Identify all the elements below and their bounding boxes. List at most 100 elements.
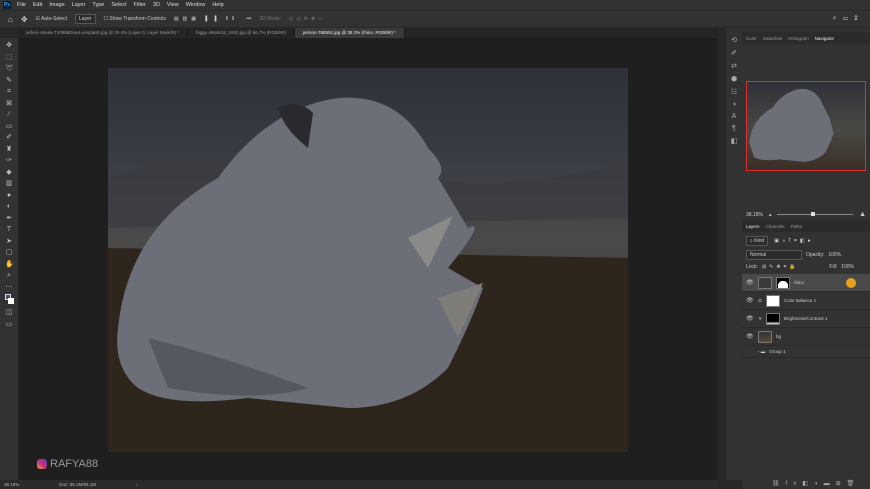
layer-mask-thumbnail[interactable] [776, 276, 790, 289]
more-tools-icon[interactable]: ⋯ [5, 283, 13, 293]
eyedropper-tool-icon[interactable]: ⁄ [5, 110, 13, 120]
zoom-in-icon[interactable]: ▲ [859, 211, 866, 218]
hand-tool-icon[interactable]: ✋ [5, 260, 14, 270]
show-transform-checkbox[interactable]: ☐ Show Transform Controls [104, 16, 166, 22]
menu-window[interactable]: Window [186, 2, 206, 8]
menu-filter[interactable]: Filter [134, 2, 146, 8]
filter-icons[interactable]: ▣◑T⌗◧● [774, 238, 813, 244]
menu-file[interactable]: File [17, 2, 26, 8]
menu-help[interactable]: Help [212, 2, 223, 8]
document-canvas-image[interactable] [108, 68, 628, 452]
search-workspace-share-icons[interactable]: ⌕▭⇪ [833, 15, 864, 23]
layer-name[interactable]: bg [776, 334, 781, 339]
layer-dropdown[interactable]: Layer [75, 14, 96, 24]
tab-document-1[interactable]: ashes-sitoula-Tn0986Dsw4-unsplash.jpg @ … [18, 28, 188, 38]
align-icons[interactable]: ▤▥▦ ▌▐ ⫴⫴ [174, 16, 238, 22]
watermark-text: RAFYA88 [50, 458, 99, 470]
healing-tool-icon[interactable]: ▭ [5, 122, 13, 132]
status-arrow-icon[interactable]: › [136, 482, 138, 487]
eye-icon[interactable]: 👁 [746, 333, 754, 340]
layer-comps-icon[interactable]: ◧ [731, 137, 738, 145]
screen-mode-icon[interactable]: ▭ [5, 320, 13, 330]
layer-row-color-balance[interactable]: 👁 ⚖ Color Balance 1 [742, 292, 870, 310]
tab-paths[interactable]: Paths [791, 224, 803, 229]
eye-icon[interactable]: 👁 [746, 279, 754, 286]
tab-channels[interactable]: Channels [766, 224, 785, 229]
blur-tool-icon[interactable]: ● [5, 191, 13, 201]
eye-icon[interactable]: 👁 [746, 315, 754, 322]
adjust-icon[interactable]: ⇄ [731, 62, 737, 70]
eye-icon[interactable]: 👁 [746, 297, 754, 304]
layer-filter-dropdown[interactable]: ⌕ Kind [746, 236, 769, 246]
lock-icons[interactable]: ⊞✎✥⌗🔒 [762, 264, 799, 270]
move-tool-icon[interactable]: ✥ [21, 15, 28, 24]
navigator-zoom-value[interactable]: 38.18% [746, 212, 763, 218]
auto-select-checkbox[interactable]: ☑ Auto-Select [36, 16, 67, 22]
crop-tool-icon[interactable]: ⌗ [5, 87, 13, 97]
tab-color[interactable]: Color [746, 36, 757, 41]
type-tool-icon[interactable]: T [5, 225, 13, 235]
pen-tool-icon[interactable]: ✒ [5, 214, 13, 224]
stamp-tool-icon[interactable]: ♜ [5, 145, 13, 155]
dodge-tool-icon[interactable]: ◐ [5, 202, 13, 212]
color-swatches-icon[interactable] [5, 294, 14, 306]
history-brush-icon[interactable]: ✑ [5, 156, 13, 166]
history-icon[interactable]: ⟲ [731, 36, 737, 44]
menu-layer[interactable]: Layer [72, 2, 86, 8]
tab-histogram[interactable]: Histogram [788, 36, 809, 41]
menu-type[interactable]: Type [92, 2, 104, 8]
quick-select-tool-icon[interactable]: ✎ [5, 76, 13, 86]
move-tool-icon[interactable]: ✥ [5, 41, 13, 51]
eraser-tool-icon[interactable]: ◆ [5, 168, 13, 178]
menu-select[interactable]: Select [111, 2, 126, 8]
layer-mask-thumbnail[interactable] [766, 312, 781, 325]
watermark: RAFYA88 [37, 458, 98, 470]
marquee-tool-icon[interactable]: ⬚ [5, 53, 13, 63]
zoom-tool-icon[interactable]: ⌕ [5, 271, 13, 281]
status-bar: 38.18% Doc: 55.1M/95.1M › [0, 480, 718, 489]
path-select-icon[interactable]: ➤ [5, 237, 13, 247]
more-icon[interactable]: ••• [246, 16, 251, 22]
3d-tools-icons[interactable]: ◎◎✣✥▭ [289, 16, 326, 22]
properties-icon[interactable]: ☷ [731, 88, 737, 96]
brush-settings-icon[interactable]: ✐ [731, 49, 737, 57]
paragraph-icon[interactable]: ¶ [732, 125, 736, 132]
blend-mode-dropdown[interactable]: Normal [746, 250, 802, 260]
zoom-slider[interactable] [777, 212, 854, 216]
frame-tool-icon[interactable]: ⊠ [5, 99, 13, 109]
adjustments-icon[interactable]: ◑ [732, 101, 736, 108]
gradient-tool-icon[interactable]: ▥ [5, 179, 13, 189]
tab-layers[interactable]: Layers [746, 224, 760, 229]
character-icon[interactable]: A [732, 113, 737, 120]
layer-name[interactable]: Brightness/Contrast 1 [784, 316, 827, 321]
layer-row-brightness-contrast[interactable]: 👁 ☀ Brightness/Contrast 1 [742, 310, 870, 328]
menu-edit[interactable]: Edit [33, 2, 42, 8]
layer-row-bg[interactable]: 👁 bg [742, 328, 870, 346]
shape-tool-icon[interactable]: ▢ [5, 248, 13, 258]
tab-navigator[interactable]: Navigator [815, 36, 834, 41]
layer-name[interactable]: Group 1 [769, 349, 785, 354]
quick-mask-icon[interactable]: ◫ [5, 308, 13, 318]
layers-footer-icons[interactable]: ⛓fx◧◑▬⊞🗑 [772, 480, 860, 487]
lock-label: Lock: [746, 264, 758, 270]
opacity-value[interactable]: 100% [828, 252, 841, 258]
brush-tool-icon[interactable]: ✐ [5, 133, 13, 143]
layer-name[interactable]: rhino [794, 280, 804, 285]
tab-swatches[interactable]: Swatches [763, 36, 783, 41]
layer-name[interactable]: Color Balance 1 [784, 298, 816, 303]
zoom-level[interactable]: 38.18% [4, 482, 19, 487]
3d-icon[interactable]: ⬢ [731, 75, 737, 83]
navigator-preview[interactable] [746, 81, 866, 171]
layer-mask-thumbnail[interactable] [766, 294, 781, 307]
menu-3d[interactable]: 3D [153, 2, 160, 8]
lasso-tool-icon[interactable]: ➰ [5, 64, 14, 74]
zoom-out-icon[interactable]: ▴ [769, 212, 772, 218]
tab-document-2[interactable]: foggy-4564618_1920.jpg @ 66.7% (RGB/8#) [188, 28, 295, 38]
layer-row-group[interactable]: › ▬ Group 1 [742, 346, 870, 358]
tab-document-3[interactable]: person-768591.jpg @ 38.2% (rhino, RGB/8#… [294, 28, 405, 38]
layer-row-rhino[interactable]: 👁 rhino [742, 274, 870, 292]
menu-image[interactable]: Image [49, 2, 64, 8]
menu-view[interactable]: View [167, 2, 179, 8]
home-icon[interactable]: ⌂ [8, 15, 13, 24]
fill-value[interactable]: 100% [841, 264, 854, 270]
